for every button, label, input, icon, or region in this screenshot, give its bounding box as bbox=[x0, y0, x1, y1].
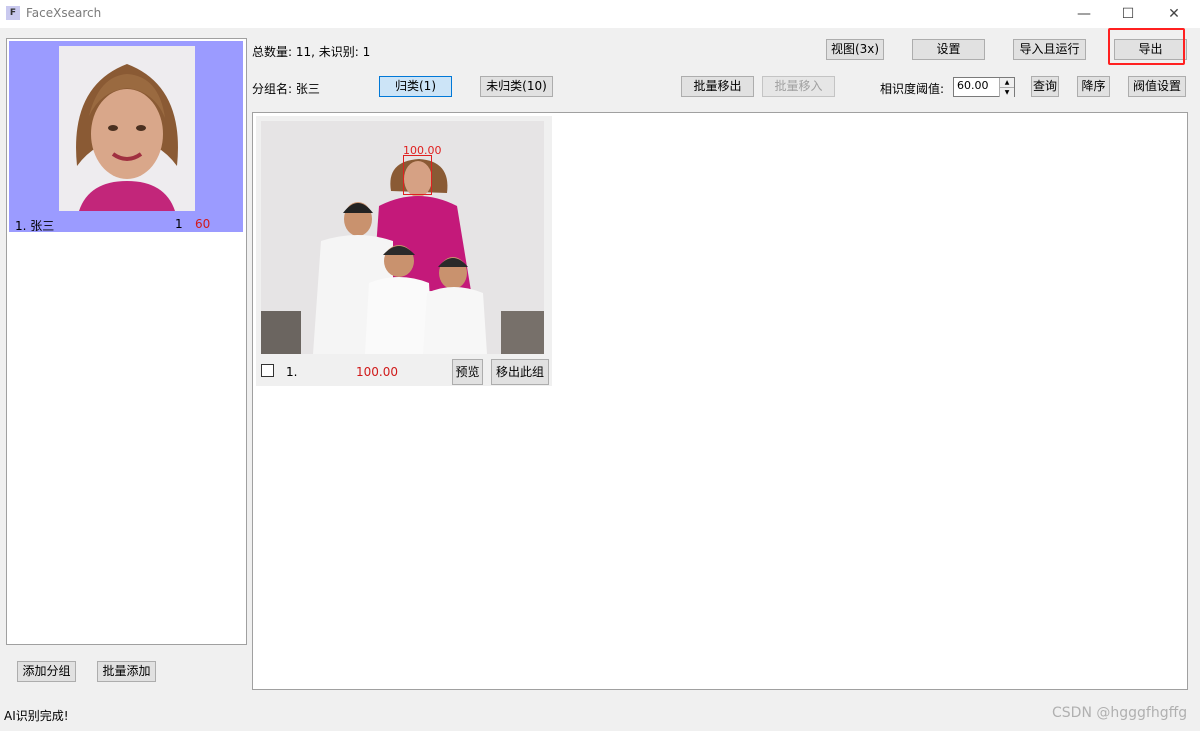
result-card[interactable]: 100.00 1. 100.00 预览 移出此组 bbox=[256, 116, 552, 386]
threshold-spinbox[interactable]: 60.00 ▲ ▼ bbox=[953, 77, 1015, 97]
import-run-button[interactable]: 导入且运行 bbox=[1013, 39, 1086, 60]
minimize-icon[interactable]: — bbox=[1061, 0, 1107, 28]
batch-remove-button[interactable]: 批量移出 bbox=[681, 76, 754, 97]
group-list[interactable]: 1. 张三 1 60 bbox=[6, 38, 247, 645]
result-score: 100.00 bbox=[356, 365, 398, 379]
title-bar: F FaceXsearch — ☐ ✕ bbox=[0, 0, 1200, 28]
results-area[interactable]: 100.00 1. 100.00 预览 移出此组 bbox=[252, 112, 1188, 690]
group-count: 1 bbox=[175, 217, 183, 231]
query-button[interactable]: 查询 bbox=[1031, 76, 1059, 97]
spin-up-icon[interactable]: ▲ bbox=[999, 78, 1014, 87]
window-title: FaceXsearch bbox=[26, 6, 102, 20]
group-face-thumbnail bbox=[59, 46, 195, 211]
app-icon: F bbox=[6, 6, 20, 20]
group-name-label: 分组名: 张三 bbox=[252, 82, 320, 96]
preview-button[interactable]: 预览 bbox=[452, 359, 483, 385]
view-button[interactable]: 视图(3x) bbox=[826, 39, 884, 60]
remove-from-group-button[interactable]: 移出此组 bbox=[491, 359, 549, 385]
group-item[interactable]: 1. 张三 1 60 bbox=[9, 41, 243, 233]
spin-down-icon[interactable]: ▼ bbox=[999, 87, 1014, 97]
face-score: 100.00 bbox=[403, 144, 442, 157]
tab-classified[interactable]: 归类(1) bbox=[379, 76, 452, 97]
threshold-settings-button[interactable]: 阀值设置 bbox=[1128, 76, 1186, 97]
descending-button[interactable]: 降序 bbox=[1077, 76, 1110, 97]
add-group-button[interactable]: 添加分组 bbox=[17, 661, 76, 682]
status-text: AI识别完成! bbox=[4, 709, 69, 723]
group-name: 1. 张三 bbox=[15, 219, 55, 233]
settings-button[interactable]: 设置 bbox=[912, 39, 985, 60]
result-photo[interactable]: 100.00 bbox=[261, 121, 544, 354]
result-checkbox[interactable] bbox=[261, 364, 274, 377]
batch-move-in-button[interactable]: 批量移入 bbox=[762, 76, 835, 97]
group-threshold: 60 bbox=[195, 217, 211, 231]
face-detection-box bbox=[403, 155, 432, 195]
export-highlight-box bbox=[1108, 28, 1185, 65]
close-icon[interactable]: ✕ bbox=[1151, 0, 1197, 28]
threshold-value[interactable]: 60.00 bbox=[957, 79, 989, 92]
result-index: 1. bbox=[286, 365, 298, 379]
tab-unclassified[interactable]: 未归类(10) bbox=[480, 76, 553, 97]
threshold-label: 相识度阈值: bbox=[880, 82, 945, 96]
maximize-icon[interactable]: ☐ bbox=[1105, 0, 1151, 28]
watermark: CSDN @hgggfhgffg bbox=[1052, 705, 1188, 721]
batch-add-button[interactable]: 批量添加 bbox=[97, 661, 156, 682]
total-count-text: 总数量: 11, 未识别: 1 bbox=[252, 45, 371, 59]
